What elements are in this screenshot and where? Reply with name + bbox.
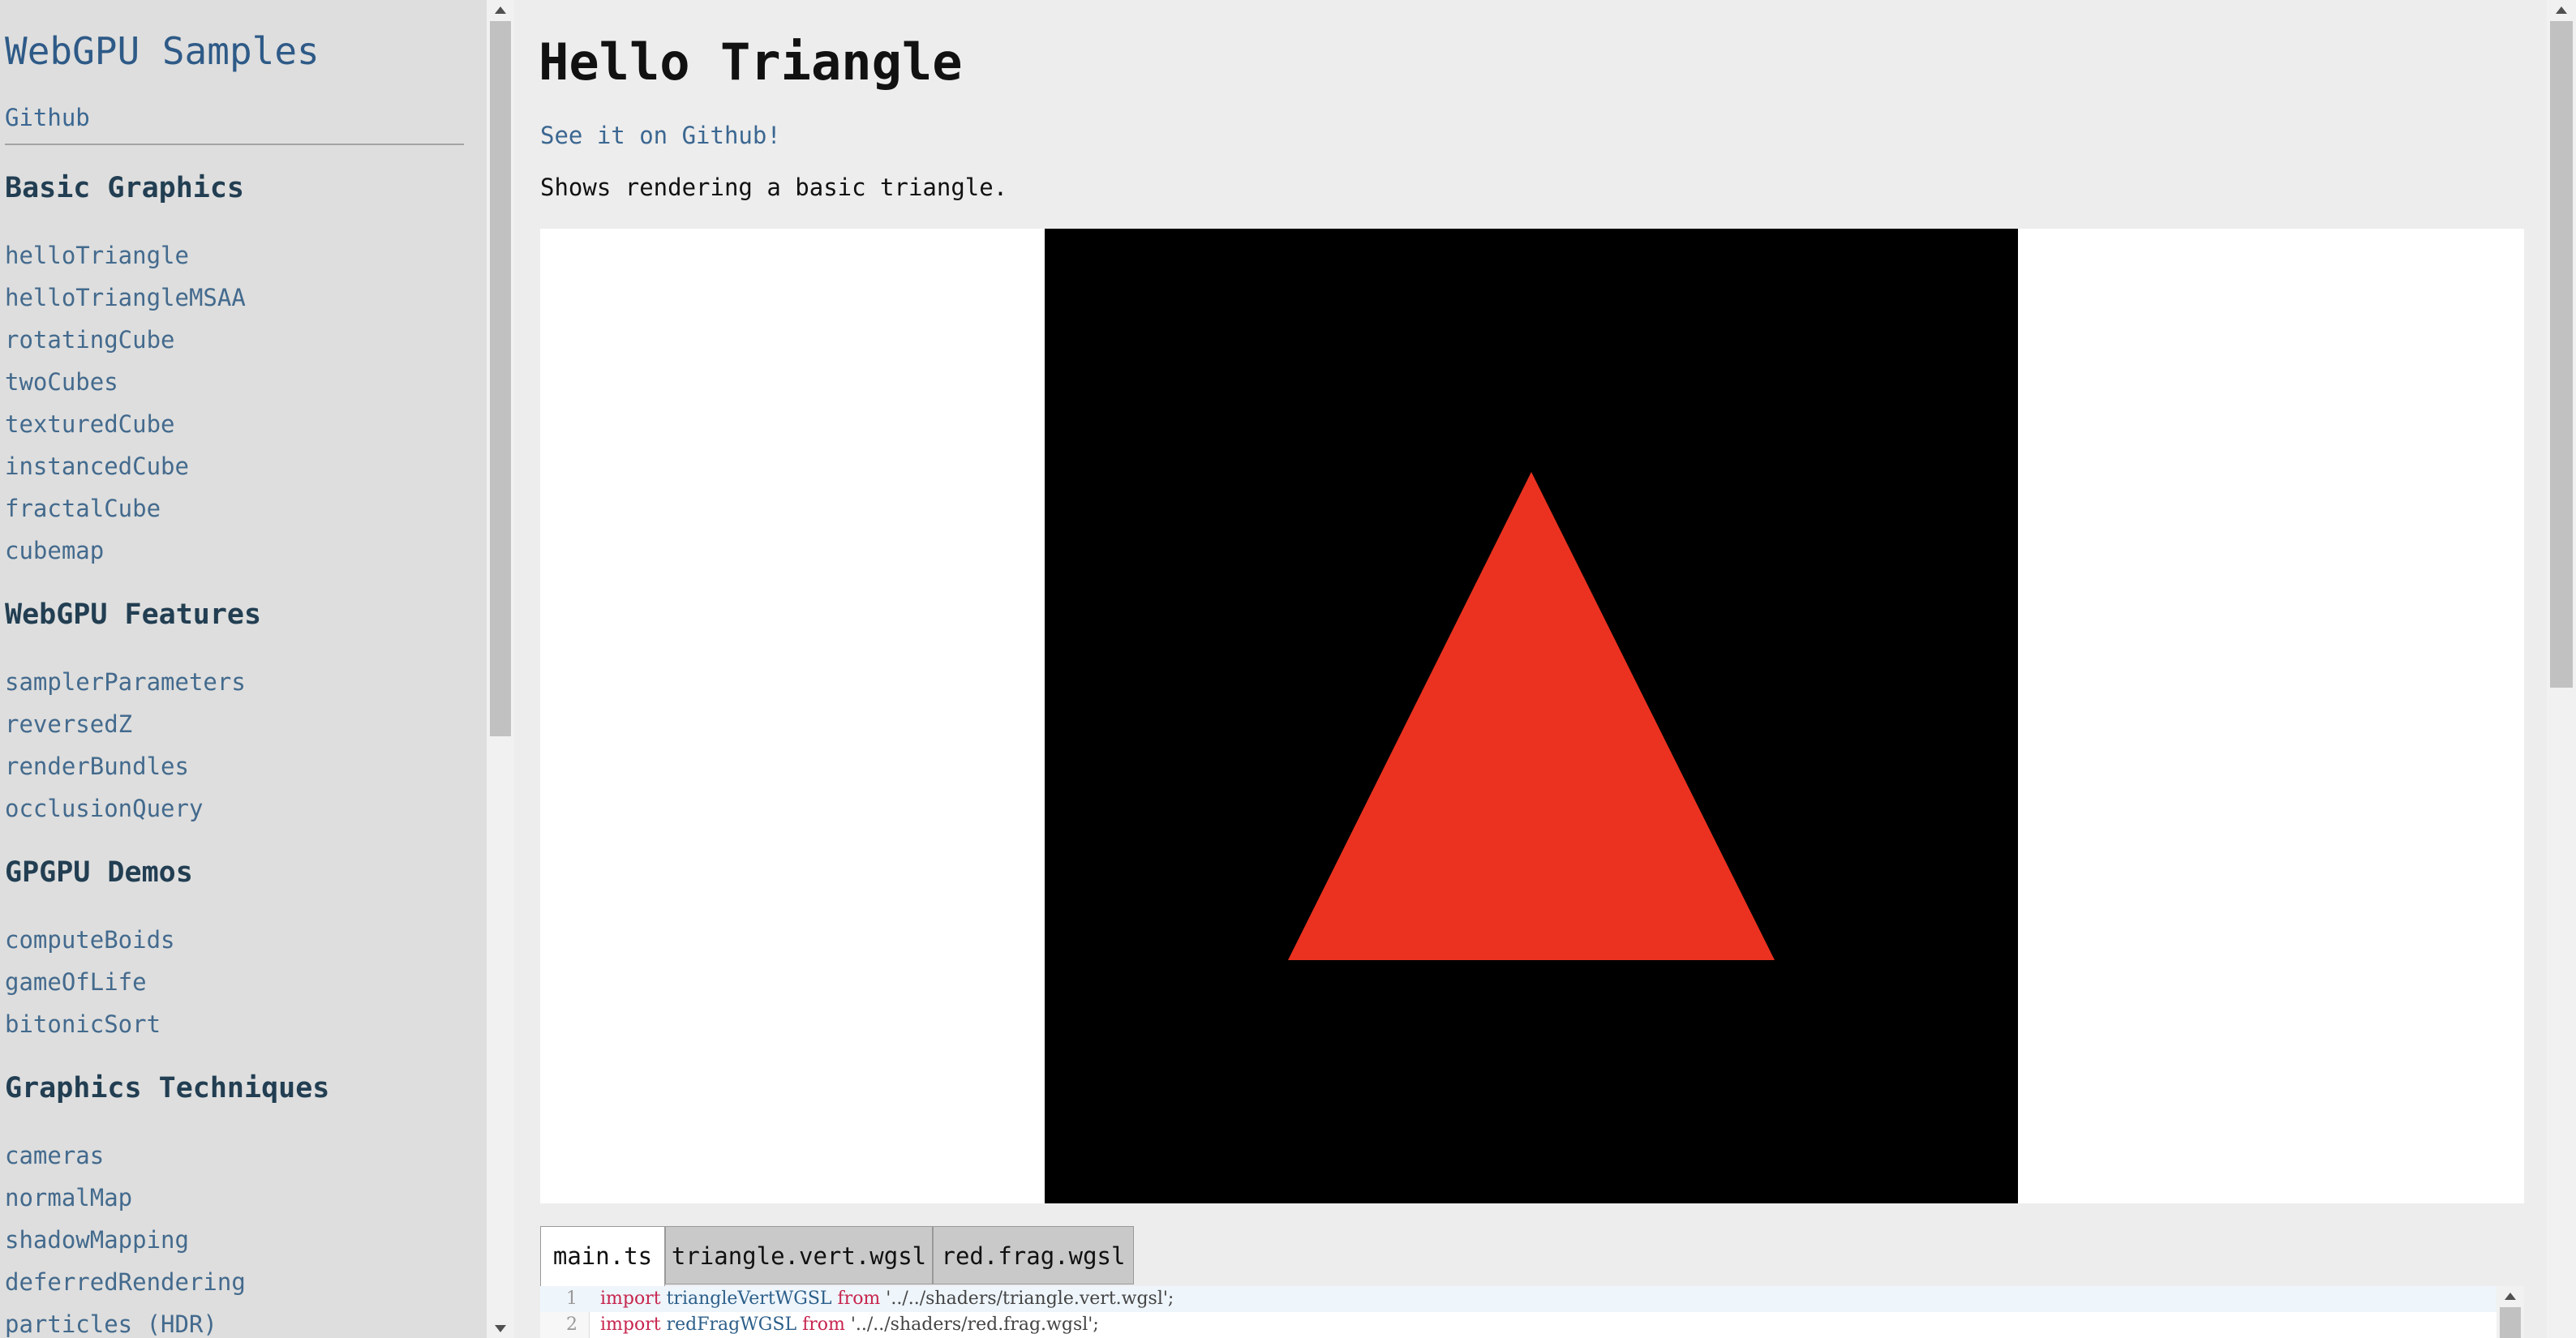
code-keyword: from <box>837 1289 881 1309</box>
sidebar-scrollbar-thumb[interactable] <box>490 21 511 736</box>
site-title-link[interactable]: WebGPU Samples <box>5 29 320 73</box>
code-string: '../../shaders/red.frag.wgsl'; <box>850 1314 1099 1335</box>
section-heading-graphics-techniques: Graphics Techniques <box>5 1072 330 1104</box>
sidebar-item-instancedCube[interactable]: instancedCube <box>5 452 189 480</box>
sidebar-item-twoCubes[interactable]: twoCubes <box>5 368 118 396</box>
code-scroll-up-arrow-icon[interactable] <box>2505 1293 2516 1300</box>
section-heading-gpgpu-demos: GPGPU Demos <box>5 856 193 889</box>
sidebar-item-gameOfLife[interactable]: gameOfLife <box>5 968 147 996</box>
tab-main-ts[interactable]: main.ts <box>540 1226 665 1286</box>
sidebar-scrollbar[interactable] <box>487 0 514 1338</box>
sidebar-item-renderBundles[interactable]: renderBundles <box>5 753 189 780</box>
sidebar-divider <box>5 144 464 145</box>
sidebar-item-shadowMapping[interactable]: shadowMapping <box>5 1226 189 1254</box>
code-editor[interactable]: 1 import triangleVertWGSL from '../../sh… <box>540 1286 2497 1338</box>
sidebar: WebGPU Samples Github Basic Graphics hel… <box>0 0 487 1338</box>
page-scrollbar[interactable] <box>2547 0 2576 1338</box>
code-scrollbar-thumb[interactable] <box>2500 1307 2521 1338</box>
code-keyword: from <box>802 1314 845 1335</box>
code-identifier: redFragWGSL <box>666 1314 797 1335</box>
code-text: import triangleVertWGSL from '../../shad… <box>600 1286 1174 1312</box>
triangle-render <box>1288 472 1775 960</box>
scroll-up-arrow-icon[interactable] <box>495 6 506 14</box>
sidebar-item-deferredRendering[interactable]: deferredRendering <box>5 1268 246 1296</box>
line-number: 2 <box>566 1314 577 1335</box>
sidebar-item-rotatingCube[interactable]: rotatingCube <box>5 326 175 354</box>
see-on-github-link[interactable]: See it on Github! <box>540 122 781 149</box>
sidebar-item-particles-hdr[interactable]: particles (HDR) <box>5 1310 217 1338</box>
code-identifier: triangleVertWGSL <box>666 1289 832 1309</box>
section-heading-basic-graphics: Basic Graphics <box>5 172 245 204</box>
page-scrollbar-thumb[interactable] <box>2550 21 2573 688</box>
tab-triangle-vert-wgsl[interactable]: triangle.vert.wgsl <box>665 1226 933 1284</box>
code-line[interactable]: 2 import redFragWGSL from '../../shaders… <box>540 1312 2497 1338</box>
scroll-down-arrow-icon[interactable] <box>495 1325 506 1332</box>
page-title: Hello Triangle <box>539 32 963 92</box>
sidebar-item-helloTriangle[interactable]: helloTriangle <box>5 242 189 269</box>
code-keyword: import <box>600 1314 661 1335</box>
sidebar-item-bitonicSort[interactable]: bitonicSort <box>5 1010 161 1038</box>
code-line[interactable]: 1 import triangleVertWGSL from '../../sh… <box>540 1286 2497 1312</box>
canvas-container <box>540 229 2524 1203</box>
code-keyword: import <box>600 1289 661 1309</box>
sidebar-item-samplerParameters[interactable]: samplerParameters <box>5 668 246 696</box>
line-number: 1 <box>566 1289 577 1309</box>
sidebar-item-cubemap[interactable]: cubemap <box>5 537 104 564</box>
sidebar-item-occlusionQuery[interactable]: occlusionQuery <box>5 795 203 822</box>
code-text: import redFragWGSL from '../../shaders/r… <box>600 1312 1099 1338</box>
sample-description: Shows rendering a basic triangle. <box>540 174 1008 201</box>
red-triangle <box>1288 472 1775 960</box>
webgpu-canvas[interactable] <box>1045 229 2018 1203</box>
sidebar-item-texturedCube[interactable]: texturedCube <box>5 410 175 438</box>
sidebar-item-helloTriangleMSAA[interactable]: helloTriangleMSAA <box>5 284 246 311</box>
sidebar-item-fractalCube[interactable]: fractalCube <box>5 495 161 522</box>
code-string: '../../shaders/triangle.vert.wgsl'; <box>886 1289 1174 1309</box>
code-scrollbar[interactable] <box>2497 1286 2524 1338</box>
sidebar-item-reversedZ[interactable]: reversedZ <box>5 710 132 738</box>
section-heading-webgpu-features: WebGPU Features <box>5 598 262 631</box>
sidebar-item-normalMap[interactable]: normalMap <box>5 1184 132 1211</box>
tab-red-frag-wgsl[interactable]: red.frag.wgsl <box>933 1226 1134 1284</box>
page-scroll-up-arrow-icon[interactable] <box>2556 6 2567 14</box>
sidebar-item-computeBoids[interactable]: computeBoids <box>5 926 175 954</box>
sidebar-item-cameras[interactable]: cameras <box>5 1142 104 1169</box>
sidebar-github-link[interactable]: Github <box>5 104 90 131</box>
